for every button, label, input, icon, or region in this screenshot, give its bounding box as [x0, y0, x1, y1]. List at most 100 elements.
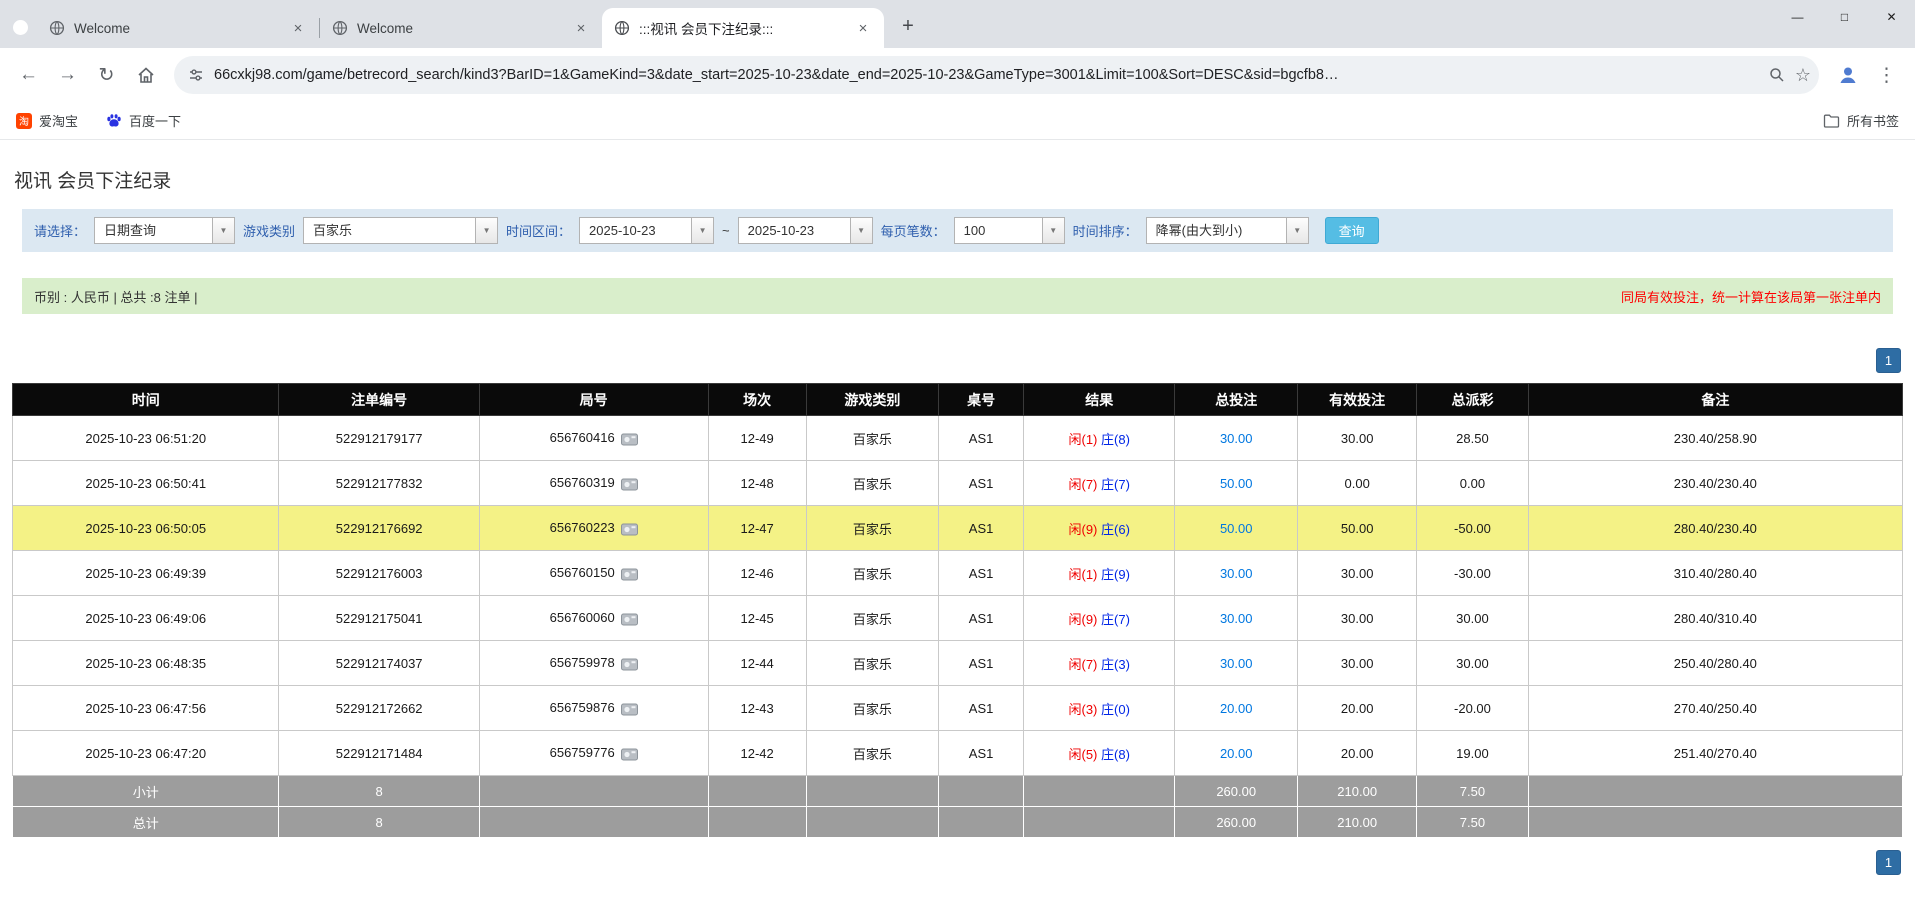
- date-start-value[interactable]: 2025-10-23: [579, 217, 692, 244]
- bookmark-star-icon[interactable]: ☆: [1795, 65, 1811, 86]
- cell-result: 闲(9) 庄(6): [1023, 505, 1176, 551]
- url-text[interactable]: 66cxkj98.com/game/betrecord_search/kind3…: [214, 67, 1759, 83]
- menu-kebab-icon[interactable]: ⋮: [1868, 57, 1905, 94]
- video-replay-icon[interactable]: [620, 658, 638, 671]
- minimize-button[interactable]: —: [1774, 0, 1821, 34]
- cell-session: 12-49: [707, 415, 807, 461]
- total-bet-link[interactable]: 20.00: [1220, 746, 1253, 761]
- bookmark-taobao[interactable]: 淘 爱淘宝: [16, 111, 78, 130]
- chevron-down-icon[interactable]: ▼: [212, 217, 236, 244]
- page-1-button[interactable]: 1: [1876, 850, 1901, 875]
- back-button[interactable]: ←: [10, 57, 47, 94]
- reload-button[interactable]: ↻: [88, 57, 125, 94]
- cell-game-type: 百家乐: [805, 730, 940, 776]
- taobao-icon: 淘: [16, 112, 32, 129]
- game-type-select[interactable]: 百家乐 ▼: [303, 217, 499, 244]
- video-replay-icon[interactable]: [620, 568, 638, 581]
- table-row: 2025-10-23 06:48:35 522912174037 6567599…: [11, 640, 1904, 686]
- total-bet-link[interactable]: 30.00: [1220, 611, 1253, 626]
- page-title: 视讯 会员下注纪录: [14, 171, 172, 192]
- cell-payout: 30.00: [1416, 640, 1529, 686]
- new-tab-button[interactable]: +: [894, 12, 922, 40]
- home-button[interactable]: [127, 57, 164, 94]
- bookmark-baidu[interactable]: 百度一下: [106, 111, 181, 130]
- video-replay-icon[interactable]: [620, 523, 638, 536]
- page-size-value[interactable]: 100: [953, 217, 1042, 244]
- cell-total-bet: 50.00: [1174, 460, 1299, 506]
- cell-time: 2025-10-23 06:49:06: [11, 595, 280, 641]
- tab-close-icon[interactable]: ×: [289, 19, 307, 37]
- cell-round-id: 656760223: [478, 505, 709, 551]
- cell-game-type: 百家乐: [805, 415, 940, 461]
- all-bookmarks[interactable]: 所有书签: [1823, 111, 1899, 130]
- round-number: 656759876: [549, 700, 615, 716]
- video-replay-icon[interactable]: [620, 613, 638, 626]
- table-row: 2025-10-23 06:49:39 522912176003 6567601…: [11, 550, 1904, 596]
- total-bet-link[interactable]: 30.00: [1220, 566, 1253, 581]
- video-replay-icon[interactable]: [620, 478, 638, 491]
- sort-label: 时间排序：: [1072, 224, 1138, 239]
- tab-title: Welcome: [74, 20, 131, 36]
- chevron-down-icon[interactable]: ▼: [1041, 217, 1065, 244]
- baidu-paw-icon: [106, 113, 122, 129]
- all-bookmarks-label: 所有书签: [1846, 114, 1899, 129]
- sort-select[interactable]: 降幂(由大到小) ▼: [1145, 217, 1309, 244]
- cell-table-no: AS1: [938, 730, 1025, 776]
- close-window-button[interactable]: ✕: [1868, 0, 1915, 34]
- video-replay-icon[interactable]: [620, 433, 638, 446]
- video-replay-icon[interactable]: [620, 703, 638, 716]
- chevron-down-icon[interactable]: ▼: [691, 217, 715, 244]
- tab-strip: Welcome × Welcome × :::视讯 会员下注纪录::: × + …: [0, 0, 1915, 48]
- globe-icon: [614, 20, 630, 36]
- zoom-icon[interactable]: [1769, 67, 1785, 83]
- cell-total-bet: 50.00: [1174, 505, 1299, 551]
- tab-close-icon[interactable]: ×: [572, 19, 590, 37]
- col-table-no: 桌号: [938, 383, 1025, 416]
- cell-valid-bet: 30.00: [1297, 415, 1418, 461]
- cell-round-id: 656760319: [478, 460, 709, 506]
- chevron-down-icon[interactable]: ▼: [1285, 217, 1309, 244]
- sort-value[interactable]: 降幂(由大到小): [1145, 217, 1286, 244]
- query-type-select[interactable]: 日期查询 ▼: [94, 217, 236, 244]
- tab-betrecord[interactable]: :::视讯 会员下注纪录::: ×: [602, 8, 884, 48]
- result-player: 闲(7): [1068, 656, 1098, 672]
- total-bet-link[interactable]: 50.00: [1220, 476, 1253, 491]
- tab-close-icon[interactable]: ×: [854, 19, 872, 37]
- cell-payout: 30.00: [1416, 595, 1529, 641]
- subtotal-count: 8: [278, 775, 480, 807]
- cell-total-bet: 20.00: [1174, 730, 1299, 776]
- total-bet-link[interactable]: 50.00: [1220, 521, 1253, 536]
- maximize-button[interactable]: □: [1821, 0, 1868, 34]
- tab-welcome-2[interactable]: Welcome ×: [320, 8, 602, 48]
- date-end-select[interactable]: 2025-10-23 ▼: [737, 217, 873, 244]
- tab-welcome-1[interactable]: Welcome ×: [37, 8, 319, 48]
- cell-game-type: 百家乐: [805, 550, 940, 596]
- profile-avatar[interactable]: [1829, 57, 1866, 94]
- col-session: 场次: [707, 383, 807, 416]
- page-size-select[interactable]: 100 ▼: [953, 217, 1065, 244]
- forward-button[interactable]: →: [49, 57, 86, 94]
- pagination-bottom: 1: [14, 850, 1901, 875]
- total-bet-link[interactable]: 20.00: [1220, 701, 1253, 716]
- result-player: 闲(1): [1068, 566, 1098, 582]
- cell-result: 闲(9) 庄(7): [1023, 595, 1176, 641]
- col-total-bet: 总投注: [1174, 383, 1299, 416]
- site-settings-icon[interactable]: [188, 67, 204, 83]
- round-number: 656759978: [549, 655, 615, 671]
- col-remark: 备注: [1527, 383, 1904, 416]
- total-bet-link[interactable]: 30.00: [1220, 431, 1253, 446]
- video-replay-icon[interactable]: [620, 748, 638, 761]
- cell-result: 闲(1) 庄(9): [1023, 550, 1176, 596]
- address-bar[interactable]: 66cxkj98.com/game/betrecord_search/kind3…: [174, 56, 1819, 94]
- game-type-value[interactable]: 百家乐: [303, 217, 476, 244]
- chevron-down-icon[interactable]: ▼: [475, 217, 499, 244]
- total-bet-link[interactable]: 30.00: [1220, 656, 1253, 671]
- page-1-button[interactable]: 1: [1876, 348, 1901, 373]
- date-start-select[interactable]: 2025-10-23 ▼: [579, 217, 715, 244]
- search-button[interactable]: 查询: [1324, 217, 1379, 244]
- query-type-value[interactable]: 日期查询: [94, 217, 213, 244]
- chevron-down-icon[interactable]: ▼: [849, 217, 873, 244]
- cell-result: 闲(7) 庄(3): [1023, 640, 1176, 686]
- date-end-value[interactable]: 2025-10-23: [737, 217, 850, 244]
- cell-round-id: 656759978: [478, 640, 709, 686]
